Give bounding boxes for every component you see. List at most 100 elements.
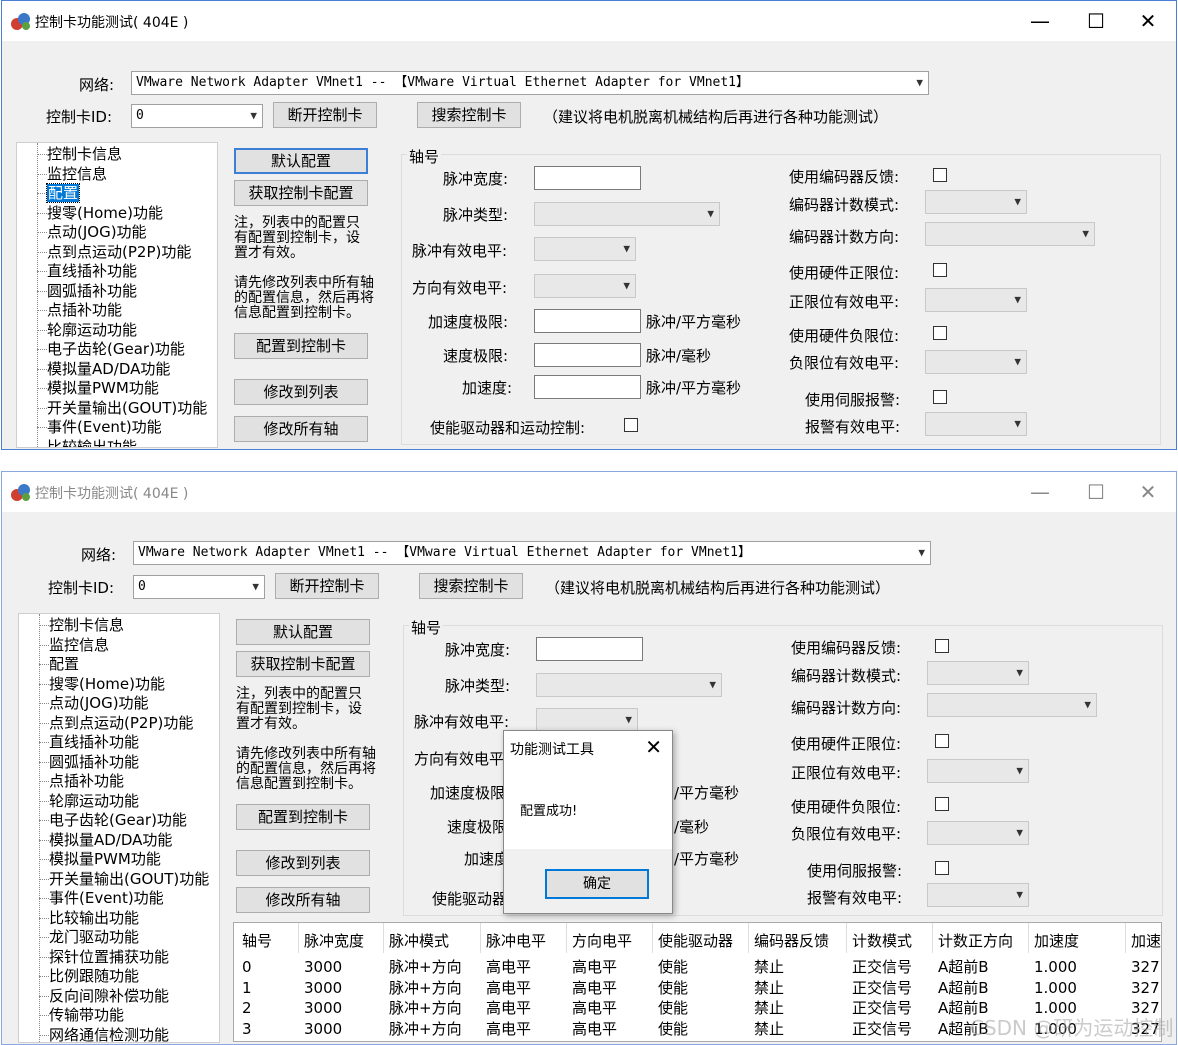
table-header[interactable]: 加速: [1131, 931, 1161, 951]
ok-button[interactable]: 确定: [545, 869, 649, 899]
encoder-mode-select[interactable]: ▼: [925, 190, 1027, 214]
card-id-select[interactable]: 0 ▼: [131, 104, 263, 128]
table-header[interactable]: 计数正方向: [938, 931, 1013, 951]
disconnect-button[interactable]: 断开控制卡: [275, 573, 379, 599]
network-select[interactable]: VMware Network Adapter VMnet1 -- 【VMware…: [131, 71, 929, 95]
tree-item[interactable]: 轮廓运动功能: [47, 321, 137, 339]
function-tree[interactable]: 控制卡信息 监控信息 配置 搜零(Home)功能 点动(JOG)功能 点到点运动(P2P)…: [18, 613, 220, 1043]
tree-item[interactable]: 配置: [49, 655, 79, 673]
modify-to-list-button[interactable]: 修改到列表: [234, 379, 368, 405]
modify-all-axes-button[interactable]: 修改所有轴: [236, 887, 370, 913]
alarm-level-select[interactable]: ▼: [927, 883, 1029, 907]
alarm-level-select[interactable]: ▼: [925, 412, 1027, 436]
tree-item[interactable]: 开关量输出(GOUT)功能: [47, 399, 207, 417]
disconnect-button[interactable]: 断开控制卡: [273, 102, 377, 128]
use-alarm-checkbox[interactable]: [935, 861, 949, 875]
search-card-button[interactable]: 搜索控制卡: [419, 573, 523, 599]
use-alarm-checkbox[interactable]: [933, 390, 947, 404]
neg-limit-level-select[interactable]: ▼: [927, 821, 1029, 845]
enable-drive-checkbox[interactable]: [624, 418, 638, 432]
tree-item[interactable]: 点动(JOG)功能: [47, 223, 147, 241]
dir-level-select[interactable]: ▼: [534, 274, 636, 298]
card-id-select[interactable]: 0 ▼: [133, 575, 265, 599]
default-config-button[interactable]: 默认配置: [236, 619, 370, 645]
tree-item[interactable]: 比较输出功能: [49, 909, 139, 927]
tree-item[interactable]: 搜零(Home)功能: [47, 204, 163, 222]
maximize-icon[interactable]: ☐: [1073, 478, 1119, 506]
network-select[interactable]: VMware Network Adapter VMnet1 -- 【VMware…: [133, 541, 931, 565]
table-header[interactable]: 脉冲模式: [389, 931, 449, 951]
pulse-type-select[interactable]: ▼: [536, 673, 722, 697]
tree-item[interactable]: 配置: [45, 183, 81, 203]
tree-item[interactable]: 比例跟随功能: [49, 967, 139, 985]
close-icon[interactable]: ✕: [1125, 478, 1171, 506]
get-config-button[interactable]: 获取控制卡配置: [236, 651, 370, 677]
table-header[interactable]: 方向电平: [572, 931, 632, 951]
tree-item[interactable]: 点到点运动(P2P)功能: [47, 243, 191, 261]
close-icon[interactable]: ✕: [1125, 7, 1171, 35]
table-header[interactable]: 脉冲电平: [486, 931, 546, 951]
function-tree[interactable]: 控制卡信息监控信息 配置 搜零(Home)功能 点动(JOG)功能点到点运动(P2P)…: [16, 142, 218, 448]
tree-item[interactable]: 龙门驱动功能: [49, 928, 139, 946]
encoder-dir-select[interactable]: ▼: [925, 222, 1095, 246]
tree-item[interactable]: 事件(Event)功能: [47, 418, 162, 436]
minimize-icon[interactable]: —: [1017, 7, 1063, 35]
tree-item[interactable]: 电子齿轮(Gear)功能: [49, 811, 187, 829]
tree-item[interactable]: 模拟量AD/DA功能: [49, 831, 172, 849]
tree-item[interactable]: 事件(Event)功能: [49, 889, 164, 907]
vel-limit-input[interactable]: [534, 343, 641, 367]
tree-item[interactable]: 反向间隙补偿功能: [49, 987, 169, 1005]
title-bar[interactable]: 控制卡功能测试( 404E ) — ☐ ✕: [2, 1, 1176, 41]
encoder-mode-select[interactable]: ▼: [927, 661, 1029, 685]
tree-item[interactable]: 直线插补功能: [47, 262, 137, 280]
encoder-dir-select[interactable]: ▼: [927, 693, 1097, 717]
tree-item[interactable]: 电子齿轮(Gear)功能: [47, 340, 185, 358]
config-to-card-button[interactable]: 配置到控制卡: [234, 333, 368, 359]
table-header[interactable]: 脉冲宽度: [304, 931, 364, 951]
tree-item[interactable]: 点插补功能: [49, 772, 124, 790]
search-card-button[interactable]: 搜索控制卡: [417, 102, 521, 128]
modify-all-axes-button[interactable]: 修改所有轴: [234, 416, 368, 442]
pos-limit-level-select[interactable]: ▼: [925, 288, 1027, 312]
tree-item[interactable]: 模拟量PWM功能: [47, 379, 159, 397]
use-encoder-checkbox[interactable]: [933, 168, 947, 182]
table-header[interactable]: 编码器反馈: [754, 931, 829, 951]
pulse-type-select[interactable]: ▼: [534, 202, 720, 226]
pulse-width-input[interactable]: [536, 637, 643, 661]
acc-input[interactable]: [534, 375, 641, 399]
tree-item[interactable]: 网络通信检测功能: [49, 1026, 169, 1043]
tree-item[interactable]: 直线插补功能: [49, 733, 139, 751]
tree-item[interactable]: 模拟量PWM功能: [49, 850, 161, 868]
neg-limit-level-select[interactable]: ▼: [925, 350, 1027, 374]
tree-item[interactable]: 探针位置捕获功能: [49, 948, 169, 966]
tree-item[interactable]: 轮廓运动功能: [49, 792, 139, 810]
acc-limit-input[interactable]: [534, 309, 641, 333]
tree-item[interactable]: 开关量输出(GOUT)功能: [49, 870, 209, 888]
tree-item[interactable]: 监控信息: [47, 165, 107, 183]
modify-to-list-button[interactable]: 修改到列表: [236, 850, 370, 876]
tree-item[interactable]: 搜零(Home)功能: [49, 675, 165, 693]
get-config-button[interactable]: 获取控制卡配置: [234, 180, 368, 206]
table-header[interactable]: 使能驱动器: [658, 931, 733, 951]
pulse-width-input[interactable]: [534, 166, 641, 190]
tree-item[interactable]: 圆弧插补功能: [49, 753, 139, 771]
minimize-icon[interactable]: —: [1017, 478, 1063, 506]
use-neg-limit-checkbox[interactable]: [935, 797, 949, 811]
use-pos-limit-checkbox[interactable]: [933, 263, 947, 277]
tree-item[interactable]: 点动(JOG)功能: [49, 694, 149, 712]
default-config-button[interactable]: 默认配置: [234, 148, 368, 174]
pulse-level-select[interactable]: ▼: [536, 708, 638, 732]
title-bar[interactable]: 控制卡功能测试( 404E ) — ☐ ✕: [2, 472, 1176, 512]
tree-item[interactable]: 控制卡信息: [47, 145, 122, 163]
tree-item[interactable]: 圆弧插补功能: [47, 282, 137, 300]
tree-item[interactable]: 模拟量AD/DA功能: [47, 360, 170, 378]
config-to-card-button[interactable]: 配置到控制卡: [236, 804, 370, 830]
tree-item[interactable]: 点到点运动(P2P)功能: [49, 714, 193, 732]
table-header[interactable]: 加速度: [1034, 931, 1079, 951]
tree-item[interactable]: 控制卡信息: [49, 616, 124, 634]
pos-limit-level-select[interactable]: ▼: [927, 759, 1029, 783]
tree-item[interactable]: 比较输出功能: [47, 438, 137, 448]
tree-item[interactable]: 传输带功能: [49, 1006, 124, 1024]
use-neg-limit-checkbox[interactable]: [933, 326, 947, 340]
use-encoder-checkbox[interactable]: [935, 639, 949, 653]
